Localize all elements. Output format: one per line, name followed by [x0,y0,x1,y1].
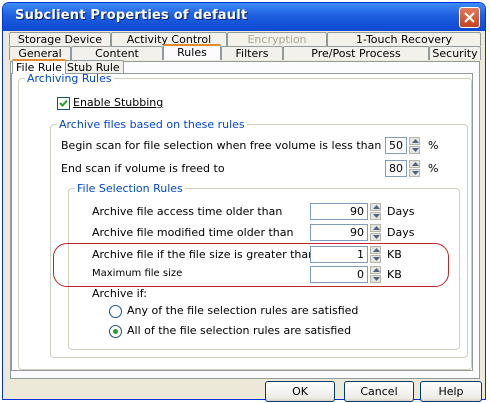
size-greater-unit: KB [387,248,402,261]
help-button[interactable]: Help [420,381,482,402]
tab-1-touch-recovery[interactable]: 1-Touch Recovery [327,32,481,46]
close-icon [464,12,475,23]
spin-down-icon[interactable] [409,169,420,177]
radio-all-rules-label[interactable]: All of the file selection rules are sati… [127,324,351,337]
tab-content[interactable]: Content [71,46,163,60]
begin-scan-value[interactable]: 50 [385,137,407,154]
tab-storage-device[interactable]: Storage Device [9,32,111,46]
begin-scan-unit: % [428,139,439,152]
tab-pre-post-process[interactable]: Pre/Post Process [283,46,429,60]
enable-stubbing-checkbox[interactable] [57,97,70,110]
max-size-label: Maximum file size [92,268,183,279]
spin-up-icon[interactable] [370,266,381,274]
access-time-label: Archive file access time older than [92,205,283,218]
radio-any-rules-label[interactable]: Any of the file selection rules are sati… [127,304,358,317]
tab-encryption: Encryption [227,32,327,46]
end-scan-value[interactable]: 80 [385,160,407,177]
spin-up-icon[interactable] [370,224,381,232]
spin-down-icon[interactable] [370,275,381,283]
size-greater-value[interactable]: 1 [310,246,368,263]
file-selection-legend: File Selection Rules [77,182,183,195]
spin-up-icon[interactable] [409,137,420,145]
window-title: Subclient Properties of default [15,8,248,23]
radio-any-rules[interactable] [109,305,122,318]
cancel-button[interactable]: Cancel [344,381,414,402]
tab-general[interactable]: General [9,46,71,60]
spin-up-icon[interactable] [409,160,420,168]
subtab-file-rule[interactable]: File Rule [12,59,66,74]
max-size-value[interactable]: 0 [310,266,368,283]
tab-filters[interactable]: Filters [221,46,283,60]
spin-down-icon[interactable] [370,212,381,220]
begin-scan-label: Begin scan for file selection when free … [61,139,382,152]
title-bar[interactable]: Subclient Properties of default [3,3,485,31]
access-time-unit: Days [387,205,415,218]
archive-files-legend: Archive files based on these rules [59,118,245,131]
spin-down-icon[interactable] [409,146,420,154]
archive-if-label: Archive if: [92,287,147,300]
max-size-unit: KB [387,268,402,281]
spin-down-icon[interactable] [370,255,381,263]
end-scan-unit: % [428,162,439,175]
enable-stubbing-label[interactable]: Enable Stubbing [73,96,163,109]
modified-time-unit: Days [387,226,415,239]
size-greater-label: Archive file if the file size is greater… [92,248,316,261]
modified-time-value[interactable]: 90 [310,224,368,241]
spin-down-icon[interactable] [370,233,381,241]
ok-button[interactable]: OK [265,381,335,402]
close-button[interactable] [459,7,480,28]
modified-time-label: Archive file modified time older than [92,226,294,239]
checkmark-icon [59,99,68,107]
tab-security[interactable]: Security [429,46,481,60]
radio-selected-dot [113,329,118,334]
tab-rules[interactable]: Rules [163,44,221,60]
access-time-value[interactable]: 90 [310,203,368,220]
spin-up-icon[interactable] [370,246,381,254]
spin-up-icon[interactable] [370,203,381,211]
radio-all-rules[interactable] [109,325,122,338]
end-scan-label: End scan if volume is freed to [61,162,225,175]
